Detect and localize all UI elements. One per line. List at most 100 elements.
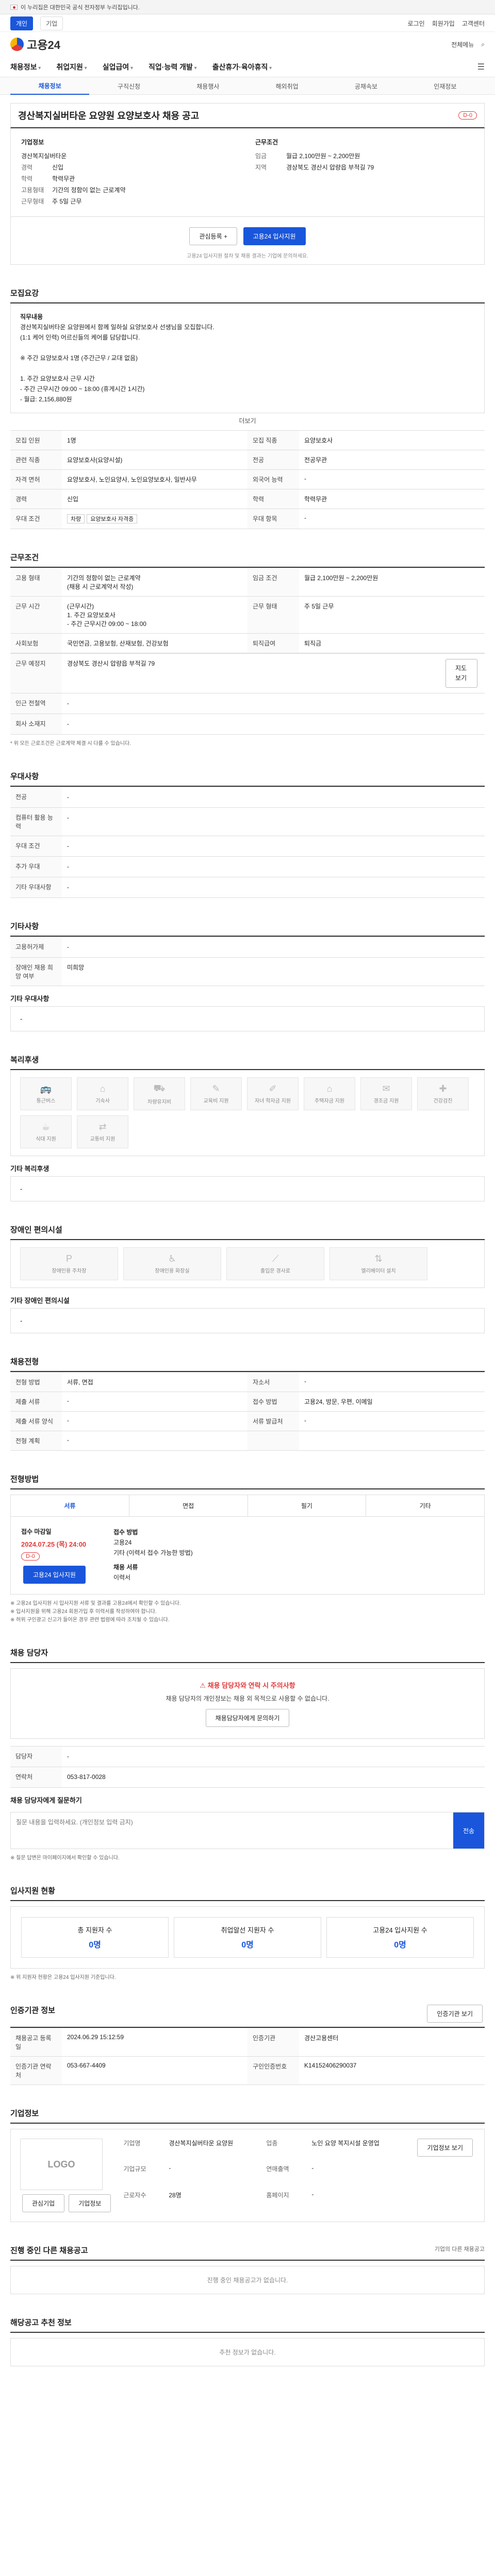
conditions-note: * 위 모든 근로조건은 근로계약 체결 시 다를 수 있습니다. [10,741,131,747]
signup-link[interactable]: 회원가입 [432,19,455,28]
preference-section: 우대사항 전공 - 컴퓨터 활용 능력 - 우대 조건 - 추가 우대 - 기타 우대사… [10,771,485,898]
company-name: 경산복지실버타운 [21,152,67,160]
related-more-link[interactable]: 기업의 다른 채용공고 [435,2245,485,2256]
parking-icon: P 장애인용 주차장 [20,1247,118,1280]
subnav-item-public[interactable]: 공채속보 [326,82,405,91]
tag: 차량 [67,514,85,523]
nav-item-jobs[interactable]: 채용정보 [10,62,41,72]
search-icon[interactable]: ⌕ [481,41,485,48]
nav-item-leave[interactable]: 출산휴가·육아휴직 [212,62,272,72]
stat-card: 총 지원자 수 0명 [21,1917,169,1958]
recruit-section: 모집요강 직무내용 경산복지실버타운 요양원에서 함께 일하실 요양보호사 선생… [10,287,485,529]
dday-badge: D-0 [458,111,477,120]
welfare-edu-icon: ✎ 교육비 지원 [190,1077,242,1110]
helpdesk-link[interactable]: 고객센터 [462,19,485,28]
duty-box: 직무내용 경산복지실버타운 요양원에서 함께 일하실 요양보호사 선생님을 모집… [10,303,485,413]
job-actions: 관심등록 + 고용24 입사지원 고용24 입사지원 절차 및 채용 결과는 기… [10,217,485,265]
menu-icon[interactable]: ☰ [477,62,485,72]
deadline-value: 2024.07.25 (목) 24:00 [21,1540,87,1548]
conditions-title: 근무조건 [10,552,485,568]
gov-banner: 이 누리집은 대한민국 공식 전자정부 누리집입니다. [0,0,495,14]
welfare-meal-icon: ☕ 식대 지원 [20,1115,72,1148]
favorite-button[interactable]: 관심등록 + [189,227,237,245]
etc-section: 기타사항 고용허가제 - 장애인 채용 희망 여부 미희망 기타 우대사항 - [10,921,485,1031]
flag-icon [10,5,18,10]
phone-number: 053-817-0028 [67,1773,106,1781]
welfare-house-icon: ⌂ 주택자금 지원 [304,1077,355,1110]
stats-section: 입사지원 현황 총 지원자 수 0명 취업알선 지원자 수 0명 고용24 입사지원… [10,1885,485,1982]
all-menu-link[interactable]: 전체메뉴 [451,40,474,49]
welfare-tuition-icon: ✐ 자녀 학자금 지원 [247,1077,299,1110]
duty-label: 직무내용 [20,313,43,320]
stat-card: 고용24 입사지원 수 0명 [326,1917,474,1958]
job-summary: 기업정보 경산복지실버타운 경력 신입 학력 학력무관 고용형태 기간의 정함이 없는… [10,128,485,217]
fav-company-button[interactable]: 관심기업 [22,2194,65,2212]
header: 고용24 전체메뉴 ⌕ [0,32,495,57]
warning-icon: ⚠ [200,1682,206,1689]
map-button[interactable]: 지도 보기 [446,659,477,688]
apply-method-section: 전형방법 서류 면접 필기 기타 접수 마감일 2024.07.25 (목) 2… [10,1473,485,1624]
welfare-bus-icon: 🚌 통근버스 [20,1077,72,1110]
welfare-dorm-icon: ⌂ 기숙사 [77,1077,128,1110]
tab-corporate[interactable]: 기업 [40,16,63,30]
disabled-section: 장애인 편의시설 P 장애인용 주차장 ♿ 장애인용 화장실 ⟋ 출입문 경사로 ⇅ 엘… [10,1224,485,1333]
company-info-button[interactable]: 기업정보 [69,2194,111,2212]
site-logo[interactable]: 고용24 [10,36,60,53]
tab-other[interactable]: 기타 [366,1495,485,1517]
subnav-item-apply[interactable]: 구직신청 [89,82,168,91]
deadline-badge: D-0 [21,1552,40,1561]
conditions-label: 근무조건 [255,139,278,146]
tab-individual[interactable]: 개인 [10,16,34,30]
company-logo: LOGO [20,2139,103,2190]
welfare-health-icon: ✚ 건강검진 [417,1077,469,1110]
caution-box: ⚠ 채용 담당자와 연락 시 주의사항 채용 담당자의 개인정보는 채용 외 목… [10,1668,485,1739]
contact-button[interactable]: 채용담당자에게 문의하기 [205,1709,290,1727]
nav-item-training[interactable]: 직업·능력 개발 [148,62,197,72]
process-section: 채용전형 전형 방법 서류, 면접 자소서 - 제출 서류 - 접수 방법 고용24, … [10,1356,485,1451]
page-title: 경산복지실버타운 요양원 요양보호사 채용 공고 [18,111,200,121]
qa-input[interactable] [11,1812,453,1849]
nav-item-support[interactable]: 취업지원 [56,62,87,72]
apply-note: 고용24 입사지원 절차 및 채용 결과는 기업에 문의하세요. [187,253,308,259]
nav-item-unemployment[interactable]: 실업급여 [103,62,133,72]
recruit-title: 모집요강 [10,287,485,303]
duty-text: 경산복지실버타운 요양원에서 함께 일하실 요양보호사 선생님을 모집합니다. … [20,324,214,403]
recruit-grid: 모집 인원 1명 모집 직종 요양보호사 관련 직종 요양보호사(요양시설) 전공 전공… [10,430,485,529]
agency-button[interactable]: 인증기관 보기 [427,2005,483,2023]
reco-section: 해당공고 추천 정보 추천 정보가 없습니다. [10,2317,485,2366]
welfare-car-icon: ⛟ 차량유지비 [134,1077,185,1110]
qa-form: 전송 [10,1812,485,1849]
apply-tabs: 서류 면접 필기 기타 [10,1495,485,1517]
toilet-icon: ♿ 장애인용 화장실 [123,1247,221,1280]
manager-section: 채용 담당자 ⚠ 채용 담당자와 연락 시 주의사항 채용 담당자의 개인정보는… [10,1647,485,1862]
main-nav: 채용정보 취업지원 실업급여 직업·능력 개발 출산휴가·육아휴직 ☰ [0,57,495,77]
tab-written[interactable]: 필기 [248,1495,367,1517]
login-link[interactable]: 로그인 [408,19,425,28]
stat-card: 취업알선 지원자 수 0명 [174,1917,321,1958]
subnav-item-talent[interactable]: 인재정보 [406,82,485,91]
welfare-gift-icon: ✉ 경조금 지원 [360,1077,412,1110]
agency-section: 인증기관 정보 인증기관 보기 채용공고 등록일 2024.06.29 15:12:… [10,2005,485,2085]
subnav-item-jobs[interactable]: 채용정보 [10,77,90,95]
conditions-section: 근무조건 고용 형태 기간의 정함이 없는 근로계약 (채용 시 근로계약서 작성… [10,552,485,748]
tag: 요양보호사 자격증 [87,514,138,523]
more-button[interactable]: 더보기 [10,416,485,425]
apply-button[interactable]: 고용24 입사지원 [243,227,306,245]
corp-section: 기업정보 LOGO 관심기업 기업정보 기업명 경산복지실버타운 요양원 업종 노인 … [10,2108,485,2222]
welfare-transit-icon: ⇄ 교통비 지원 [77,1115,128,1148]
logo-icon [10,38,24,51]
subnav-item-events[interactable]: 채용행사 [169,82,248,91]
apply-notes: ※ 고용24 입사지원 시 입사지원 서류 및 결과를 고용24에서 확인할 수… [10,1601,181,1623]
tab-interview[interactable]: 면접 [129,1495,248,1517]
qa-send-button[interactable]: 전송 [453,1812,484,1849]
elevator-icon: ⇅ 엘리베이터 설치 [329,1247,427,1280]
subnav-item-overseas[interactable]: 해외취업 [248,82,326,91]
tab-document[interactable]: 서류 [11,1495,129,1517]
ramp-icon: ⟋ 출입문 경사로 [226,1247,324,1280]
view-company-button[interactable]: 기업정보 보기 [417,2139,473,2157]
apply-button-2[interactable]: 고용24 입사지원 [23,1566,86,1584]
gov-banner-text: 이 누리집은 대한민국 공식 전자정부 누리집입니다. [21,5,140,11]
sub-nav: 채용정보 구직신청 채용행사 해외취업 공채속보 인재정보 [0,77,495,95]
company-label: 기업정보 [21,139,44,146]
logo-text: 고용24 [27,39,60,52]
